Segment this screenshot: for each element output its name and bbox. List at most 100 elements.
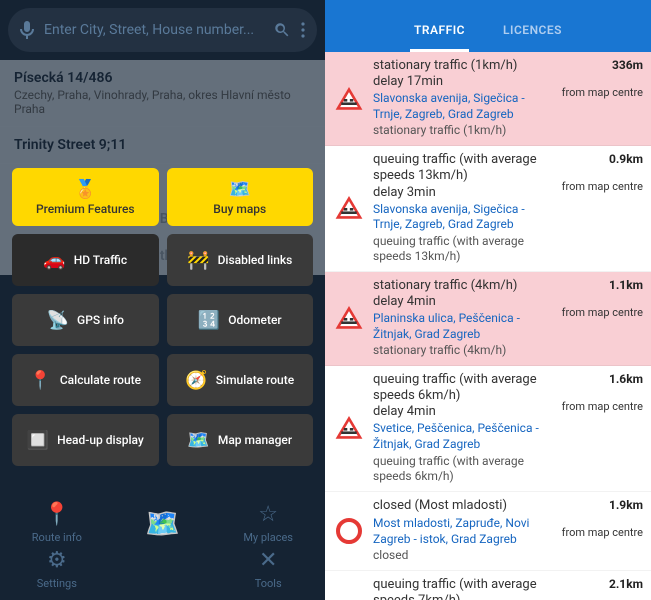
traffic-delay: delay 3min — [373, 185, 551, 200]
traffic-item[interactable]: queuing traffic (with average speeds 6km… — [325, 366, 651, 492]
mic-icon[interactable] — [20, 21, 34, 39]
traffic-title: stationary traffic (1km/h) — [373, 58, 551, 74]
menu-label: Map manager — [218, 433, 292, 447]
warning-icon — [331, 58, 367, 139]
traffic-location: Most mladosti, Zapruđe, Novi Zagreb - is… — [373, 516, 551, 547]
nav-tools[interactable]: ✕ Tools — [217, 548, 319, 590]
traffic-meta: 1.9kmfrom map centre — [557, 498, 643, 564]
menu-label: HD Traffic — [74, 253, 127, 267]
route-icon: 📍 — [43, 502, 70, 527]
award-icon: 🏅 — [74, 179, 96, 200]
traffic-delay: delay 17min — [373, 74, 551, 89]
traffic-location: Svetice, Peščenica, Peščenica - Žitnjak,… — [373, 421, 551, 452]
premium-features-button[interactable]: 🏅 Premium Features — [12, 168, 159, 226]
search-bar[interactable] — [8, 8, 317, 52]
menu-label: Simulate route — [216, 373, 294, 387]
traffic-distance: 2.1km — [557, 577, 643, 591]
traffic-body: queuing traffic (with average speeds 13k… — [373, 152, 551, 265]
traffic-meta: 2.1kmfrom map centre — [557, 577, 643, 600]
gear-icon: ⚙ — [47, 548, 67, 573]
traffic-condition: queuing traffic (with average speeds 13k… — [373, 234, 551, 265]
head-up-display-button[interactable]: 🔲 Head-up display — [12, 414, 159, 466]
traffic-title: stationary traffic (4km/h) — [373, 278, 551, 294]
car-icon: 🚗 — [43, 250, 65, 271]
map-icon: 🗺️ — [187, 430, 209, 451]
tab-licences[interactable]: LICENCES — [499, 9, 566, 52]
odometer-button[interactable]: 🔢 Odometer — [167, 294, 314, 346]
map-manager-button[interactable]: 🗺️ Map manager — [167, 414, 314, 466]
tools-menu: 🏅 Premium Features 🗺️ Buy maps 🚗 HD Traf… — [12, 168, 313, 466]
traffic-condition: queuing traffic (with average speeds 6km… — [373, 454, 551, 485]
nav-map-icon[interactable]: 🗺️ — [112, 502, 214, 544]
closed-icon — [331, 498, 367, 564]
menu-label: Head-up display — [57, 433, 144, 447]
menu-label: Buy maps — [213, 202, 266, 216]
traffic-item[interactable]: stationary traffic (4km/h)delay 4minPlan… — [325, 272, 651, 366]
nav-route-info[interactable]: 📍 Route info — [6, 502, 108, 544]
warning-icon — [331, 372, 367, 485]
simulate-route-button[interactable]: 🧭 Simulate route — [167, 354, 314, 406]
menu-label: Calculate route — [60, 373, 141, 387]
traffic-condition: closed — [373, 548, 551, 564]
hd-traffic-button[interactable]: 🚗 HD Traffic — [12, 234, 159, 286]
traffic-distance: 0.9km — [557, 152, 643, 166]
nav-label: Settings — [37, 577, 77, 590]
gps-info-button[interactable]: 📡 GPS info — [12, 294, 159, 346]
hud-icon: 🔲 — [27, 430, 49, 451]
traffic-title: queuing traffic (with average speeds 6km… — [373, 372, 551, 405]
search-icon[interactable] — [273, 21, 291, 39]
traffic-body: stationary traffic (1km/h)delay 17minSla… — [373, 58, 551, 139]
warning-icon — [331, 152, 367, 265]
menu-label: GPS info — [77, 313, 124, 327]
traffic-meta: 0.9kmfrom map centre — [557, 152, 643, 265]
traffic-title: closed (Most mladosti) — [373, 498, 551, 514]
traffic-body: queuing traffic (with average speeds 6km… — [373, 372, 551, 485]
calculate-route-button[interactable]: 📍 Calculate route — [12, 354, 159, 406]
traffic-body: stationary traffic (4km/h)delay 4minPlan… — [373, 278, 551, 359]
traffic-body: queuing traffic (with average speeds 7km… — [373, 577, 551, 600]
traffic-distance: 1.9km — [557, 498, 643, 512]
disabled-links-button[interactable]: 🚧 Disabled links — [167, 234, 314, 286]
traffic-list[interactable]: stationary traffic (1km/h)delay 17minSla… — [325, 52, 651, 600]
left-panel: Písecká 14/486 Czechy, Praha, Vinohrady,… — [0, 0, 325, 600]
traffic-title: queuing traffic (with average speeds 13k… — [373, 152, 551, 185]
traffic-location: Planinska ulica, Peščenica - Žitnjak, Gr… — [373, 311, 551, 342]
traffic-delay: delay 4min — [373, 404, 551, 419]
traffic-item[interactable]: queuing traffic (with average speeds 13k… — [325, 146, 651, 272]
nav-label: My places — [243, 531, 293, 544]
traffic-condition: stationary traffic (4km/h) — [373, 343, 551, 359]
traffic-distance: 1.6km — [557, 372, 643, 386]
traffic-source: from map centre — [557, 86, 643, 99]
route-calc-icon: 📍 — [29, 370, 51, 391]
traffic-meta: 1.6kmfrom map centre — [557, 372, 643, 485]
traffic-condition: stationary traffic (1km/h) — [373, 123, 551, 139]
nav-label: Route info — [32, 531, 82, 544]
warning-icon — [331, 278, 367, 359]
more-icon[interactable] — [301, 22, 305, 38]
nav-settings[interactable]: ⚙ Settings — [6, 548, 108, 590]
warning-icon — [331, 577, 367, 600]
traffic-location: Slavonska avenija, Sigečica - Trnje, Zag… — [373, 91, 551, 122]
tools-icon: ✕ — [259, 548, 277, 573]
tab-traffic[interactable]: TRAFFIC — [410, 9, 469, 52]
traffic-title: queuing traffic (with average speeds 7km… — [373, 577, 551, 600]
tabs: TRAFFIC LICENCES — [325, 0, 651, 52]
menu-label: Premium Features — [36, 202, 135, 216]
map-plus-icon: 🗺️ — [229, 179, 251, 200]
bottom-nav: 📍 Route info 🗺️ ☆ My places ⚙ Settings ✕… — [0, 494, 325, 600]
traffic-delay: delay 4min — [373, 294, 551, 309]
closed-icon — [336, 518, 362, 544]
simulate-icon: 🧭 — [185, 370, 207, 391]
traffic-item[interactable]: closed (Most mladosti) Most mladosti, Zap… — [325, 492, 651, 571]
buy-maps-button[interactable]: 🗺️ Buy maps — [167, 168, 314, 226]
traffic-distance: 336m — [557, 58, 643, 72]
nav-my-places[interactable]: ☆ My places — [217, 502, 319, 544]
traffic-item[interactable]: stationary traffic (1km/h)delay 17minSla… — [325, 52, 651, 146]
traffic-item[interactable]: queuing traffic (with average speeds 7km… — [325, 571, 651, 600]
star-icon: ☆ — [258, 502, 278, 527]
right-panel: TRAFFIC LICENCES stationary traffic (1km… — [325, 0, 651, 600]
traffic-source: from map centre — [557, 306, 643, 319]
search-input[interactable] — [44, 22, 263, 38]
menu-label: Disabled links — [218, 253, 293, 267]
nav-label: Tools — [255, 577, 282, 590]
